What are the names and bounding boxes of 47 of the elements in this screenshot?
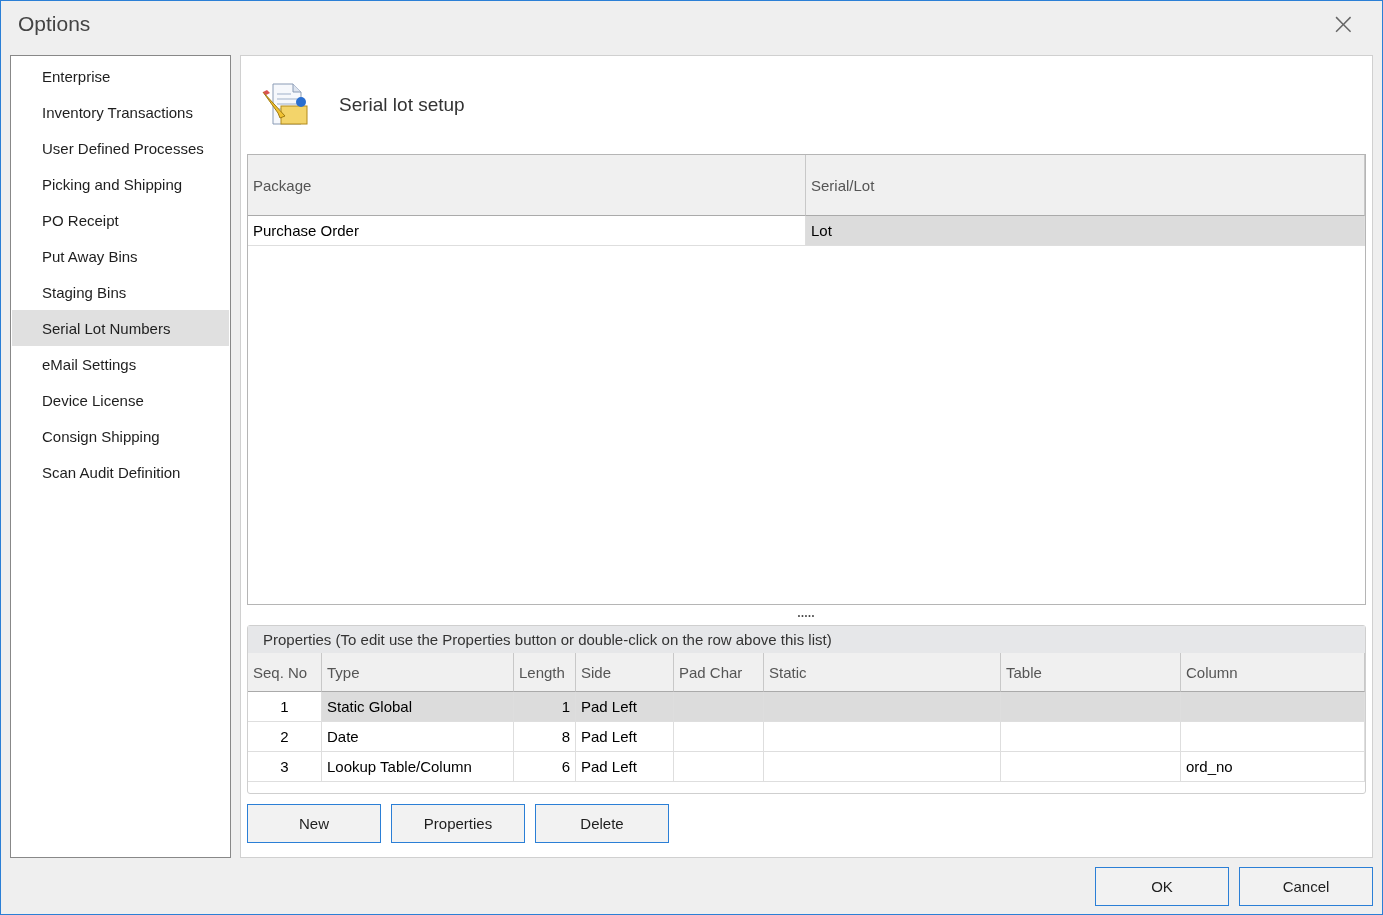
- table-cell: Static Global: [322, 692, 514, 722]
- column-header[interactable]: Static: [764, 653, 1001, 692]
- sidebar-item[interactable]: Scan Audit Definition: [12, 454, 229, 490]
- column-header[interactable]: Serial/Lot: [806, 155, 1365, 216]
- sidebar-item[interactable]: User Defined Processes: [12, 130, 229, 166]
- column-header[interactable]: Type: [322, 653, 514, 692]
- sidebar-item[interactable]: Put Away Bins: [12, 238, 229, 274]
- column-header[interactable]: Package: [248, 155, 806, 216]
- table-cell: 2: [248, 722, 322, 752]
- action-button[interactable]: Properties: [391, 804, 525, 843]
- window-title: Options: [18, 12, 91, 36]
- column-header[interactable]: Length: [514, 653, 576, 692]
- panel-title: Serial lot setup: [339, 94, 465, 116]
- table-cell: Lookup Table/Column: [322, 752, 514, 782]
- table-cell: Pad Left: [576, 692, 674, 722]
- table-cell: Pad Left: [576, 722, 674, 752]
- sidebar-item[interactable]: PO Receipt: [12, 202, 229, 238]
- document-pencil-icon: [261, 82, 309, 128]
- sidebar-item[interactable]: Serial Lot Numbers: [12, 310, 229, 346]
- sidebar-item[interactable]: Staging Bins: [12, 274, 229, 310]
- sidebar-item[interactable]: eMail Settings: [12, 346, 229, 382]
- table-cell[interactable]: Lot: [806, 216, 1365, 246]
- table-cell: 8: [514, 722, 576, 752]
- close-button[interactable]: ×: [1326, 9, 1360, 39]
- column-header[interactable]: Column: [1181, 653, 1365, 692]
- table-cell: 1: [514, 692, 576, 722]
- table-cell: Date: [322, 722, 514, 752]
- table-cell: 1: [248, 692, 322, 722]
- sidebar-item[interactable]: Device License: [12, 382, 229, 418]
- column-header[interactable]: Pad Char: [674, 653, 764, 692]
- sidebar-item[interactable]: Inventory Transactions: [12, 94, 229, 130]
- sidebar-item[interactable]: Consign Shipping: [12, 418, 229, 454]
- group-caption: Properties (To edit use the Properties button or double-click on the row above this list): [248, 626, 1365, 653]
- table-cell: 3: [248, 752, 322, 782]
- dialog-button[interactable]: OK: [1095, 867, 1229, 906]
- action-button[interactable]: New: [247, 804, 381, 843]
- table-cell[interactable]: Purchase Order: [248, 216, 806, 246]
- column-header[interactable]: Seq. No: [248, 653, 322, 692]
- column-header[interactable]: Side: [576, 653, 674, 692]
- table-cell: ord_no: [1181, 752, 1365, 782]
- sidebar-item[interactable]: Enterprise: [12, 58, 229, 94]
- table-cell: Pad Left: [576, 752, 674, 782]
- table-cell: 6: [514, 752, 576, 782]
- action-button[interactable]: Delete: [535, 804, 669, 843]
- dialog-button[interactable]: Cancel: [1239, 867, 1373, 906]
- column-header[interactable]: Table: [1001, 653, 1181, 692]
- sidebar-item[interactable]: Picking and Shipping: [12, 166, 229, 202]
